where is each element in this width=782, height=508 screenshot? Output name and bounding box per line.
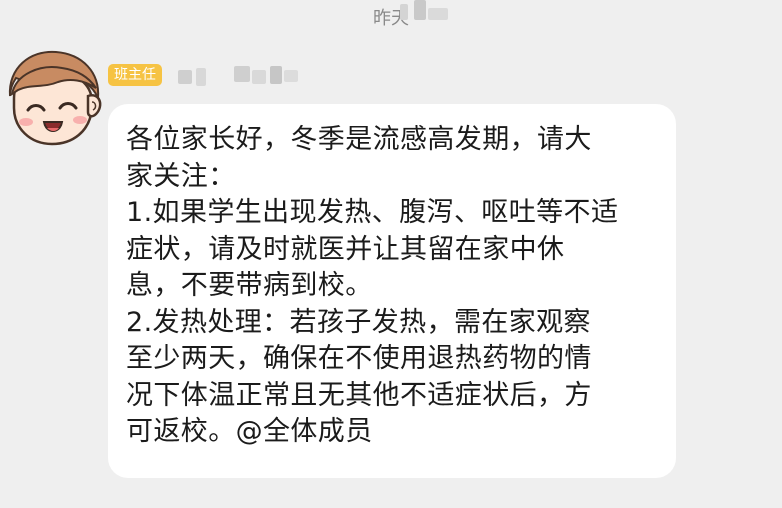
cartoon-boy-avatar-icon: [8, 50, 102, 146]
message-line: 况下体温正常且无其他不适症状后，方: [126, 379, 592, 411]
message-bubble[interactable]: 各位家长好，冬季是流感高发期，请大 家关注： 1.如果学生出现发热、腹泻、呕吐等…: [108, 104, 676, 478]
message-line: 可返校。@全体成员: [126, 416, 373, 447]
message-line: 2.发热处理：若孩子发热，需在家观察: [126, 306, 591, 338]
message-line: 息，不要带病到校。: [126, 270, 373, 301]
message-timestamp: 昨天: [373, 8, 409, 29]
sender-avatar[interactable]: [0, 44, 106, 148]
redacted-blur: [398, 0, 450, 20]
message-line: 家关注：: [126, 160, 236, 192]
role-badge: 班主任: [108, 64, 162, 86]
message-line: 至少两天，确保在不使用退热药物的情: [126, 343, 592, 374]
message-line: 1.如果学生出现发热、腹泻、呕吐等不适: [126, 197, 619, 228]
sender-name-redacted[interactable]: [178, 62, 308, 86]
message-line: 症状，请及时就医并让其留在家中休: [126, 233, 565, 265]
message-line: 各位家长好，冬季是流感高发期，请大: [126, 124, 592, 155]
